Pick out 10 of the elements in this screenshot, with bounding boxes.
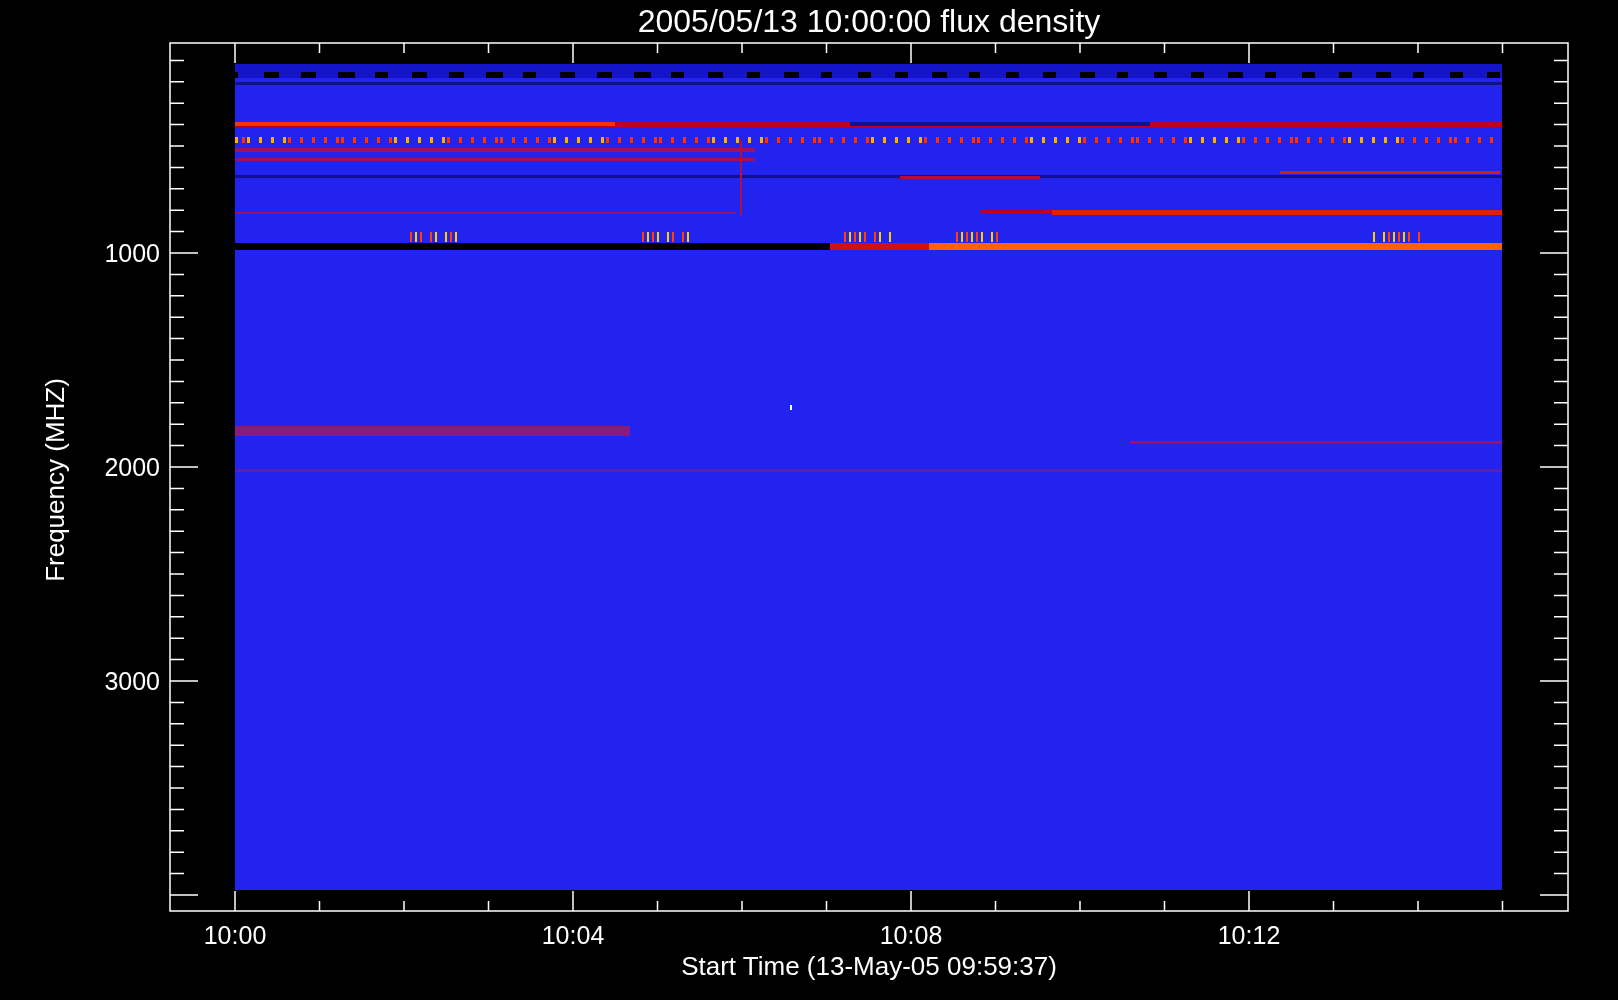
- y-tick-label: 2000: [104, 453, 160, 481]
- x-tick-label: 10:08: [879, 921, 943, 949]
- y-tick-label: 3000: [104, 667, 160, 695]
- x-tick-label: 10:12: [1217, 921, 1281, 949]
- x-tick-label: 10:00: [203, 921, 267, 949]
- y-axis-title: Frequency (MHZ): [40, 378, 70, 582]
- x-tick-label: 10:04: [541, 921, 605, 949]
- y-tick-label: 1000: [104, 239, 160, 267]
- plot-title: 2005/05/13 10:00:00 flux density: [637, 3, 1101, 39]
- x-axis-title: Start Time (13-May-05 09:59:37): [681, 951, 1057, 981]
